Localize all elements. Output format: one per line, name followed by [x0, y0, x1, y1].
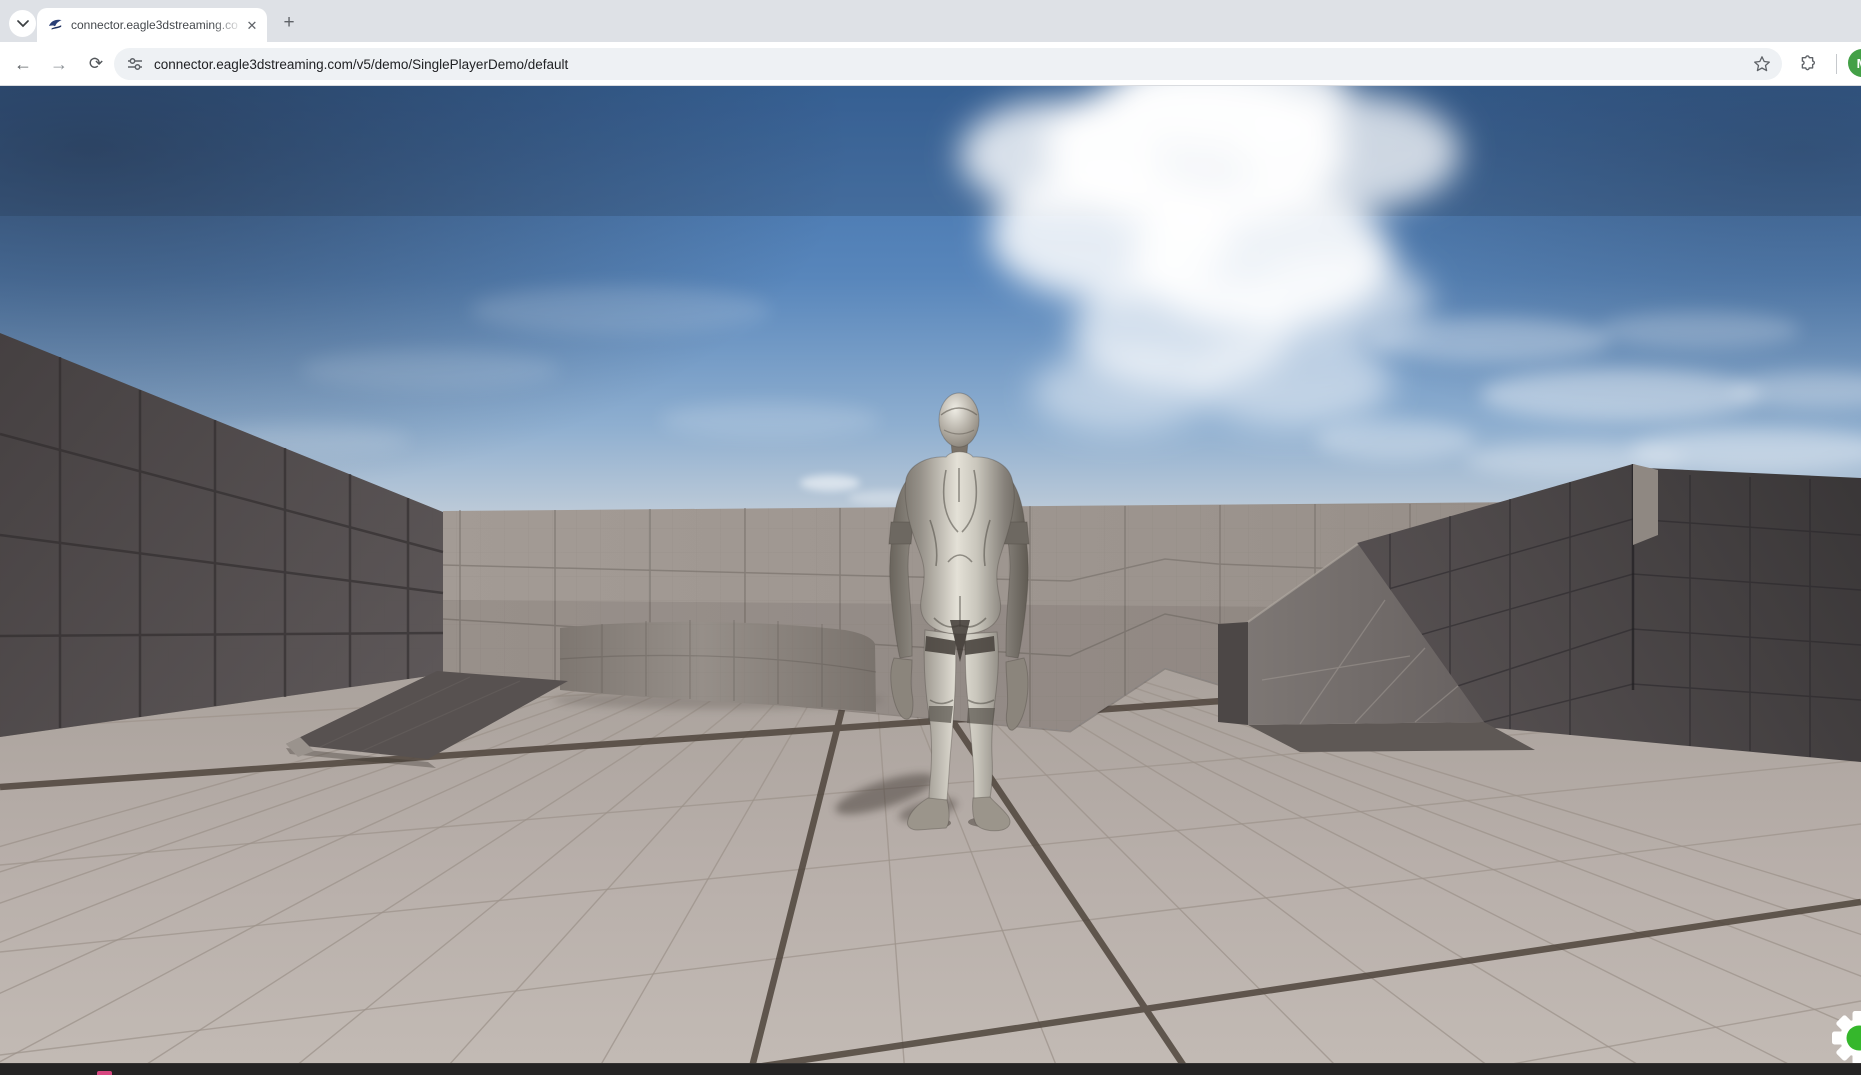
address-bar[interactable]: connector.eagle3dstreaming.com/v5/demo/S…	[114, 48, 1782, 80]
tune-icon	[127, 56, 143, 72]
chevron-down-icon	[17, 20, 29, 28]
url-text: connector.eagle3dstreaming.com/v5/demo/S…	[154, 57, 568, 72]
reload-button[interactable]: ⟳	[81, 49, 111, 79]
profile-avatar[interactable]: M	[1848, 49, 1861, 77]
browser-toolbar: ← → ⟳ connector.eagle3dstreaming.com/v5/…	[0, 42, 1861, 86]
puzzle-icon	[1798, 55, 1817, 74]
forward-button[interactable]: →	[44, 49, 74, 79]
toolbar-divider	[1836, 54, 1837, 74]
extensions-button[interactable]	[1792, 49, 1822, 79]
profile-initial: M	[1857, 56, 1861, 71]
back-button[interactable]: ←	[8, 49, 38, 79]
stream-viewport[interactable]	[0, 86, 1861, 1063]
stream-settings-button[interactable]	[1832, 1010, 1861, 1068]
bookmark-star-icon[interactable]	[1753, 55, 1771, 73]
tab-close-button[interactable]: ✕	[243, 16, 261, 34]
status-bar	[0, 1063, 1861, 1075]
scene-canvas[interactable]	[0, 86, 1861, 1063]
active-tab[interactable]: connector.eagle3dstreaming.co ✕	[37, 8, 267, 42]
tab-search-button[interactable]	[9, 10, 36, 37]
tab-strip: connector.eagle3dstreaming.co ✕ +	[0, 0, 1861, 42]
browser-window: connector.eagle3dstreaming.co ✕ + ← → ⟳	[0, 0, 1861, 1075]
eagle-favicon-icon	[48, 17, 64, 33]
gear-icon	[1832, 1010, 1861, 1068]
cylinder-prop	[553, 620, 883, 712]
new-tab-button[interactable]: +	[276, 10, 302, 36]
site-info-icon[interactable]	[127, 55, 145, 73]
status-indicator	[97, 1071, 112, 1075]
tab-title: connector.eagle3dstreaming.co	[71, 18, 243, 32]
